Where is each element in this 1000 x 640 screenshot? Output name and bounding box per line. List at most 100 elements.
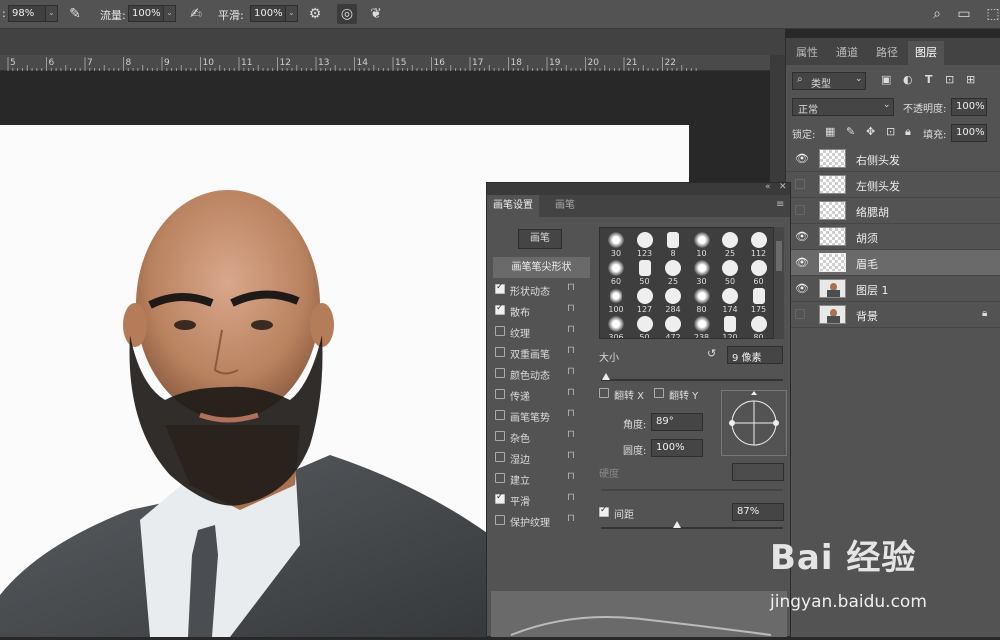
layer-row[interactable]: 👁︎ 胡须: [786, 224, 1000, 250]
spacing-slider[interactable]: [601, 527, 783, 529]
angle-roundness-widget[interactable]: [721, 390, 787, 456]
option-brush-pose[interactable]: 画笔笔势 ⊓: [487, 405, 582, 426]
lock-transparency-icon[interactable]: ▦: [825, 125, 835, 138]
tab-properties[interactable]: 属性: [790, 41, 824, 65]
checkbox[interactable]: [495, 326, 505, 336]
checkbox[interactable]: [495, 303, 505, 315]
adjustment-filter-icon[interactable]: ◐: [903, 73, 913, 86]
smart-object-filter-icon[interactable]: ⊞: [966, 73, 975, 86]
smoothing-field[interactable]: 100%: [250, 5, 286, 22]
share-icon[interactable]: ⬚: [983, 4, 1000, 24]
tab-layers[interactable]: 图层: [908, 41, 944, 65]
spacing-slider-knob[interactable]: [673, 521, 681, 528]
workspace-icon[interactable]: ▭: [954, 4, 974, 24]
option-color-dynamics[interactable]: 颜色动态 ⊓: [487, 363, 582, 384]
image-filter-icon[interactable]: ▣: [881, 73, 891, 86]
layer-filter-dropdown[interactable]: ⌕ 类型 ⌄: [792, 72, 866, 90]
brush-tip[interactable]: 50: [631, 258, 659, 286]
spacing-field[interactable]: 87%: [732, 503, 784, 521]
eye-icon[interactable]: 👁︎: [795, 153, 809, 165]
checkbox[interactable]: [495, 389, 505, 399]
option-smoothing[interactable]: 平滑 ⊓: [487, 489, 582, 510]
checkbox[interactable]: [495, 492, 505, 504]
option-scattering[interactable]: 散布 ⊓: [487, 300, 582, 321]
tab-channels[interactable]: 通道: [830, 41, 864, 65]
collapse-icon[interactable]: «: [765, 182, 771, 192]
close-icon[interactable]: ✕: [779, 182, 787, 192]
lock-icon[interactable]: ⊓: [567, 282, 575, 293]
brush-tip[interactable]: 112: [745, 230, 773, 258]
brush-tip[interactable]: 306: [602, 314, 630, 338]
brush-tip[interactable]: 50: [716, 258, 744, 286]
option-build-up[interactable]: 建立 ⊓: [487, 468, 582, 489]
shape-filter-icon[interactable]: ⊡: [945, 73, 954, 86]
checkbox[interactable]: [495, 452, 505, 462]
eye-icon[interactable]: 👁︎: [795, 257, 809, 269]
brush-tip[interactable]: 30: [688, 258, 716, 286]
option-transfer[interactable]: 传递 ⊓: [487, 384, 582, 405]
option-dual-brush[interactable]: 双重画笔 ⊓: [487, 342, 582, 363]
flip-y-checkbox[interactable]: [654, 388, 664, 398]
airbrush-icon[interactable]: ✍: [186, 4, 206, 24]
panel-header[interactable]: « ✕: [487, 182, 790, 195]
brush-tip[interactable]: 175: [745, 286, 773, 314]
pressure-size-icon[interactable]: ◎: [337, 4, 357, 24]
checkbox[interactable]: [495, 431, 505, 441]
layer-row[interactable]: 背景 🔒︎: [786, 302, 1000, 328]
tab-paths[interactable]: 路径: [870, 41, 904, 65]
angle-field[interactable]: 89°: [651, 413, 703, 431]
option-wet-edges[interactable]: 湿边 ⊓: [487, 447, 582, 468]
brush-tip-shape-item[interactable]: 画笔笔尖形状: [493, 257, 590, 278]
layer-row[interactable]: 左侧头发: [786, 172, 1000, 198]
option-texture[interactable]: 纹理 ⊓: [487, 321, 582, 342]
brush-tip[interactable]: 60: [602, 258, 630, 286]
lock-icon[interactable]: ⊓: [567, 303, 575, 314]
lock-icon[interactable]: ⊓: [567, 471, 575, 482]
tab-brush-settings[interactable]: 画笔设置: [487, 195, 539, 217]
eye-icon[interactable]: 👁︎: [795, 231, 809, 243]
layer-row[interactable]: 👁︎ 图层 1: [786, 276, 1000, 302]
lock-icon[interactable]: ⊓: [567, 492, 575, 503]
lock-icon[interactable]: ⊓: [567, 450, 575, 461]
fill-field[interactable]: 100%: [951, 124, 987, 142]
blend-mode-dropdown[interactable]: 正常 ⌄: [792, 98, 894, 116]
brushes-button[interactable]: 画笔: [518, 229, 562, 249]
tab-brushes[interactable]: 画笔: [549, 195, 581, 217]
search-icon[interactable]: ⌕: [927, 4, 947, 24]
opacity-field[interactable]: 98%: [8, 5, 46, 22]
flip-x-checkbox[interactable]: [599, 388, 609, 398]
checkbox[interactable]: [495, 515, 505, 525]
brush-tip-grid[interactable]: 30 123 8 10 25 112 60 50 25 30 50 60 100 127 284 80 174 1…: [599, 227, 774, 339]
visibility-box[interactable]: [795, 205, 805, 215]
tip-grid-scrollbar[interactable]: [774, 227, 784, 339]
roundness-field[interactable]: 100%: [651, 439, 703, 457]
lock-all-icon[interactable]: 🔒︎: [905, 125, 911, 139]
spacing-checkbox[interactable]: [599, 505, 609, 517]
layer-row-selected[interactable]: 👁︎ 眉毛: [786, 250, 1000, 276]
brush-tip[interactable]: 60: [745, 258, 773, 286]
lock-icon[interactable]: ⊓: [567, 345, 575, 356]
brush-tip[interactable]: 174: [716, 286, 744, 314]
checkbox[interactable]: [495, 347, 505, 357]
option-noise[interactable]: 杂色 ⊓: [487, 426, 582, 447]
brush-tip[interactable]: 10: [688, 230, 716, 258]
flow-dropdown[interactable]: ⌄: [163, 5, 176, 22]
opacity-dropdown[interactable]: ⌄: [45, 5, 58, 22]
brush-tip[interactable]: 100: [602, 286, 630, 314]
lock-icon[interactable]: ⊓: [567, 324, 575, 335]
brush-tip[interactable]: 80: [745, 314, 773, 338]
flow-field[interactable]: 100%: [128, 5, 164, 22]
size-slider-knob[interactable]: [602, 373, 610, 380]
brush-tip[interactable]: 120: [716, 314, 744, 338]
layer-opacity-field[interactable]: 100%: [951, 98, 987, 116]
brush-tip[interactable]: 30: [602, 230, 630, 258]
brush-tip[interactable]: 80: [688, 286, 716, 314]
brush-tip[interactable]: 50: [631, 314, 659, 338]
eye-icon[interactable]: 👁︎: [795, 283, 809, 295]
visibility-box[interactable]: [795, 179, 805, 189]
lock-icon[interactable]: ⊓: [567, 408, 575, 419]
lock-move-icon[interactable]: ✥: [866, 125, 875, 138]
lock-paint-icon[interactable]: ✎: [846, 125, 855, 138]
lock-icon[interactable]: ⊓: [567, 429, 575, 440]
brush-tip[interactable]: 238: [688, 314, 716, 338]
